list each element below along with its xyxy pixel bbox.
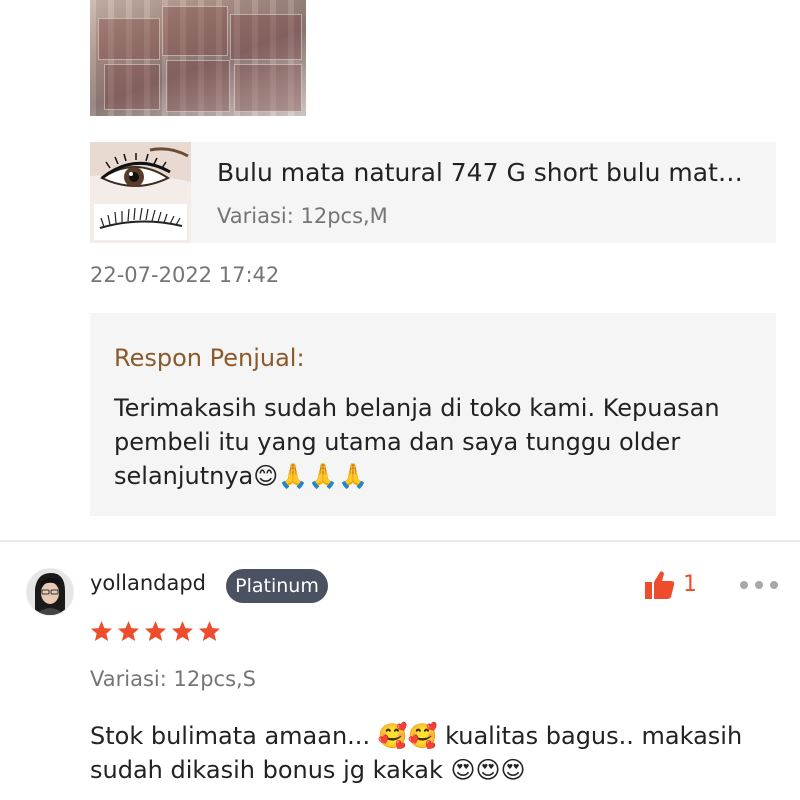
review-media-photo[interactable] xyxy=(90,0,306,116)
reviewer-username[interactable]: yollandapd xyxy=(90,571,206,595)
review-date: 22-07-2022 17:42 xyxy=(90,263,280,287)
seller-response-title: Respon Penjual: xyxy=(114,344,305,372)
review-variant: Variasi: 12pcs,S xyxy=(90,667,257,691)
star-icon xyxy=(198,620,221,642)
like-count: 1 xyxy=(683,572,697,597)
product-thumbnail xyxy=(90,142,191,243)
review-text: Stok bulimata amaan... 🥰🥰 kualitas bagus… xyxy=(90,722,743,784)
star-icon xyxy=(171,620,194,642)
avatar[interactable] xyxy=(26,568,74,616)
product-name: Bulu mata natural 747 G short bulu mat… xyxy=(217,158,743,187)
star-icon xyxy=(144,620,167,642)
more-dots-icon[interactable] xyxy=(740,574,778,596)
star-icon xyxy=(90,620,113,642)
review-divider xyxy=(0,540,800,542)
thumbs-up-icon[interactable] xyxy=(644,570,676,600)
rating-stars xyxy=(90,620,221,642)
star-icon xyxy=(117,620,140,642)
product-card[interactable]: Bulu mata natural 747 G short bulu mat… … xyxy=(90,142,776,243)
membership-badge: Platinum xyxy=(226,569,328,603)
product-variant: Variasi: 12pcs,M xyxy=(217,204,388,228)
seller-response-box: Respon Penjual: Terimakasih sudah belanj… xyxy=(90,313,776,516)
seller-response-text: Terimakasih sudah belanja di toko kami. … xyxy=(114,394,720,490)
